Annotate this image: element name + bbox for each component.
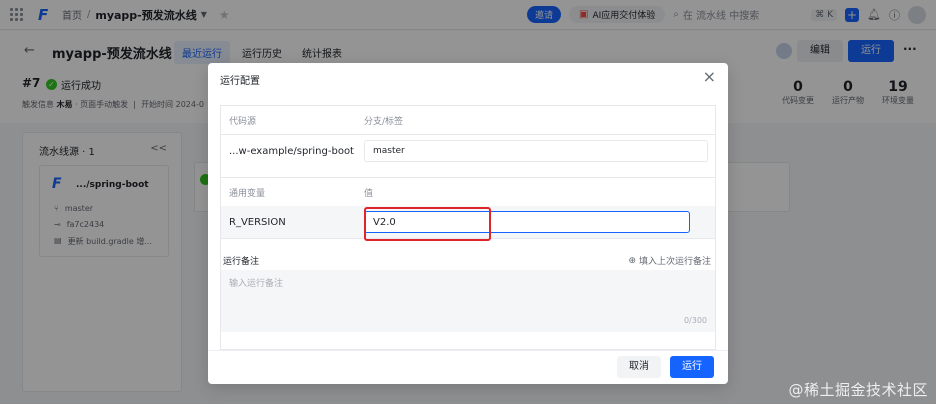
value-header: 值	[364, 188, 374, 199]
plus-circle-icon: ⊕	[628, 255, 636, 266]
close-icon[interactable]: ×	[703, 67, 716, 86]
cancel-button[interactable]: 取消	[617, 356, 661, 378]
run-button[interactable]: 运行	[670, 356, 714, 378]
source-repo: ...w-example/spring-boot	[229, 145, 354, 157]
branch-select[interactable]: master	[364, 140, 708, 162]
dialog-content: 代码源 分支/标签 ...w-example/spring-boot maste…	[220, 105, 716, 350]
var-name: R_VERSION	[229, 216, 286, 228]
var-table-header: 通用变量 值	[221, 178, 715, 206]
dialog-title: 运行配置	[220, 76, 260, 87]
source-row: ...w-example/spring-boot master	[221, 135, 715, 167]
watermark: @稀土掘金技术社区	[788, 381, 928, 399]
source-header: 代码源	[229, 116, 257, 127]
run-config-dialog: 运行配置 × 代码源 分支/标签 ...w-example/spring-boo…	[208, 63, 728, 384]
notes-label: 运行备注	[223, 257, 260, 267]
fill-last-notes-link[interactable]: ⊕ 填入上次运行备注	[628, 254, 711, 268]
dialog-footer: 取消 运行	[208, 350, 728, 384]
branch-header: 分支/标签	[364, 116, 404, 127]
fill-last-notes-label: 填入上次运行备注	[638, 257, 711, 267]
source-table-header: 代码源 分支/标签	[221, 106, 715, 134]
var-header: 通用变量	[229, 188, 266, 199]
notes-counter: 0/300	[683, 316, 707, 325]
highlight-annotation	[364, 207, 491, 241]
notes-textarea[interactable]	[221, 270, 715, 332]
